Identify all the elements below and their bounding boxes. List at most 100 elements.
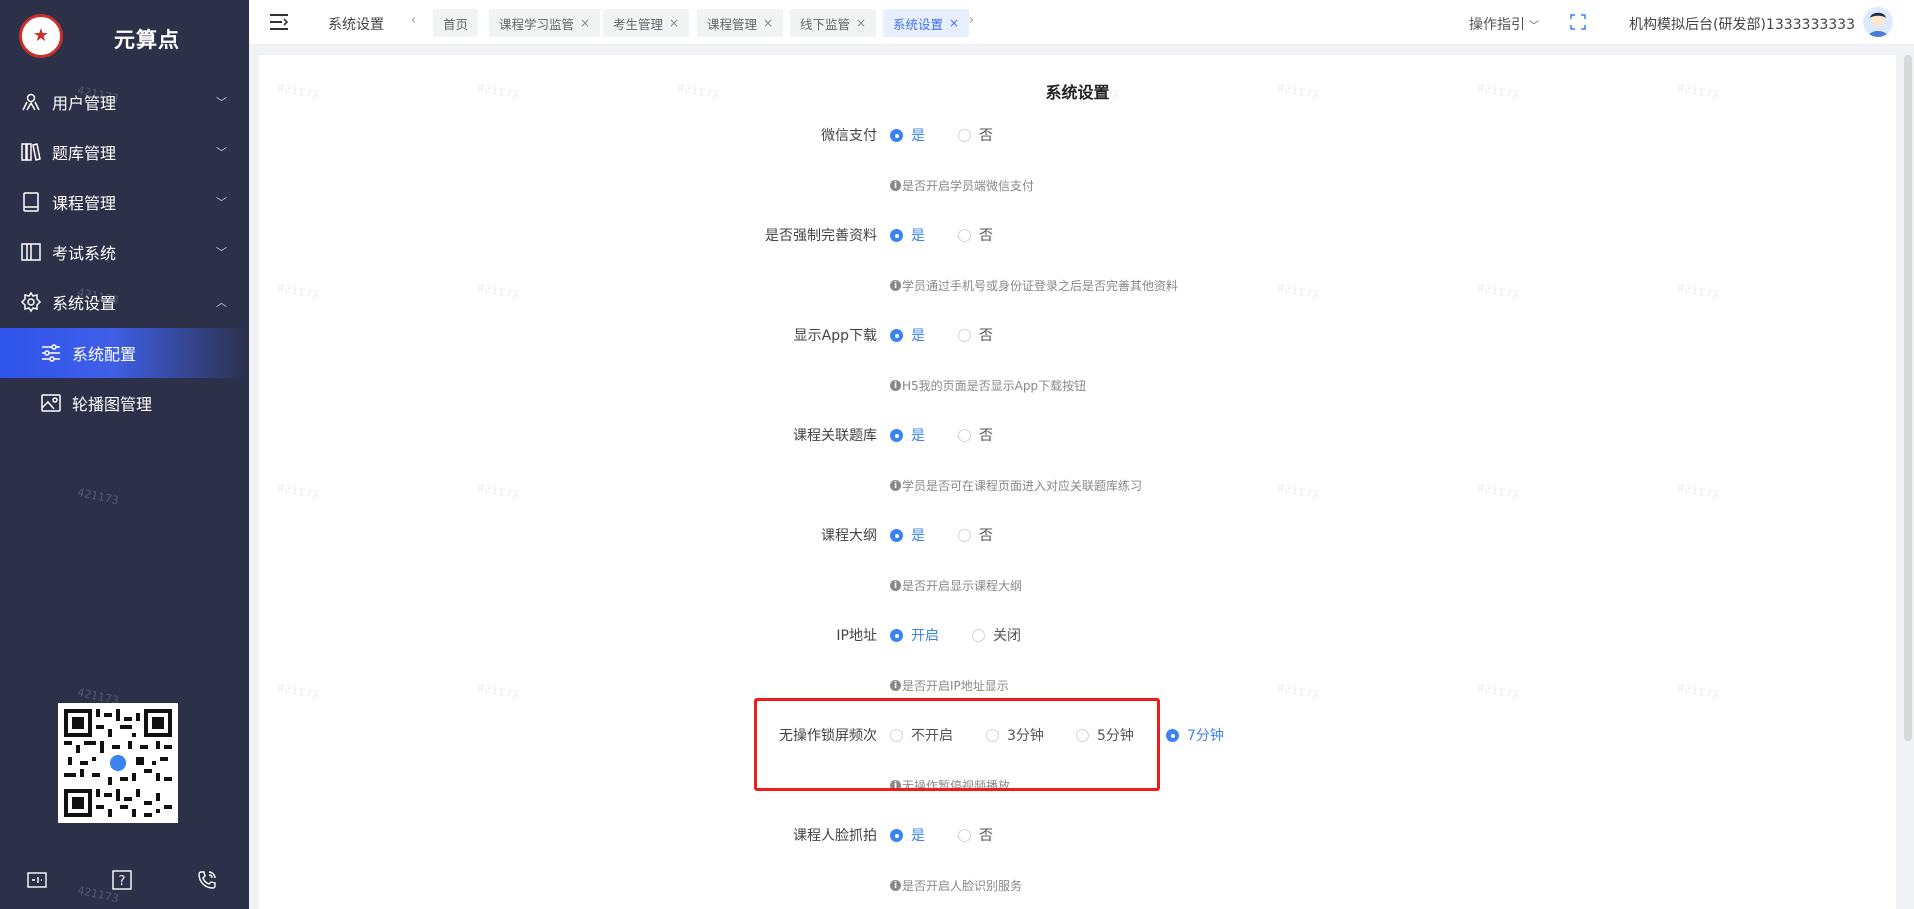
tab-course-supervision[interactable]: 课程学习监管 × [489, 9, 601, 37]
menu-exam[interactable]: 考试系统 ﹀ [0, 227, 249, 277]
tab-examinees[interactable]: 考生管理 × [603, 9, 690, 37]
radio-dot-icon [890, 828, 903, 842]
course-outline-no-radio[interactable]: 否 [958, 525, 993, 545]
chevron-up-icon: ︿ [216, 296, 227, 309]
terminal-icon[interactable] [25, 868, 49, 892]
radio-dot-icon [958, 328, 971, 342]
info-icon: i [890, 280, 901, 291]
setting-label-wechat-pay: 微信支付 [821, 128, 877, 144]
setting-label-ip-address: IP地址 [836, 628, 877, 644]
menu-system-settings[interactable]: 系统设置 ︿ [0, 277, 249, 327]
radio-dot-icon [890, 428, 903, 442]
info-icon: i [890, 480, 901, 491]
course-bank-yes-radio[interactable]: 是 [890, 425, 925, 445]
sliders-icon [40, 342, 62, 364]
radio-dot-icon [1076, 728, 1089, 742]
close-icon[interactable]: × [669, 16, 679, 30]
setting-hint: i 是否开启学员端微信支付 [890, 177, 1034, 194]
idle-lock-5min-radio[interactable]: 5分钟 [1076, 725, 1134, 745]
chevron-down-icon: ﹀ [216, 246, 227, 259]
collapse-menu-icon[interactable] [269, 13, 289, 31]
app-download-no-radio[interactable]: 否 [958, 325, 993, 345]
idle-lock-off-radio[interactable]: 不开启 [890, 725, 953, 745]
radio-dot-icon [890, 128, 903, 142]
sidebar-bottom-tools: ? [0, 868, 249, 898]
info-icon: i [890, 780, 901, 791]
phone-icon[interactable] [195, 868, 219, 892]
menu-courses[interactable]: 课程管理 ﹀ [0, 177, 249, 227]
info-icon: i [890, 180, 901, 191]
svg-text:?: ? [119, 874, 126, 889]
radio-dot-icon [958, 128, 971, 142]
close-icon[interactable]: × [580, 16, 590, 30]
idle-lock-3min-radio[interactable]: 3分钟 [986, 725, 1044, 745]
wechat-pay-yes-radio[interactable]: 是 [890, 125, 925, 145]
watermark: 421173 [1276, 480, 1320, 503]
books-icon [20, 141, 42, 163]
menu-question-bank[interactable]: 题库管理 ﹀ [0, 127, 249, 177]
wechat-pay-no-radio[interactable]: 否 [958, 125, 993, 145]
app-download-yes-radio[interactable]: 是 [890, 325, 925, 345]
chevron-down-icon: ﹀ [1529, 21, 1539, 32]
face-capture-no-radio[interactable]: 否 [958, 825, 993, 845]
radio-dot-icon [1166, 728, 1179, 742]
brand: ★ 元算点 [0, 0, 249, 75]
radio-dot-icon [958, 428, 971, 442]
breadcrumb: 系统设置 [328, 17, 384, 33]
radio-dot-icon [972, 628, 985, 642]
radio-dot-icon [890, 628, 903, 642]
setting-label-idle-lock: 无操作锁屏频次 [779, 728, 877, 744]
tab-course-management[interactable]: 课程管理 × [697, 9, 784, 37]
setting-label-face-capture: 课程人脸抓拍 [793, 828, 877, 844]
exam-icon [20, 241, 42, 263]
course-outline-yes-radio[interactable]: 是 [890, 525, 925, 545]
face-capture-yes-radio[interactable]: 是 [890, 825, 925, 845]
setting-label-course-bank: 课程关联题库 [793, 428, 877, 444]
vertical-scrollbar[interactable] [1904, 55, 1912, 741]
avatar[interactable] [1863, 7, 1893, 37]
radio-dot-icon [958, 228, 971, 242]
ip-address-on-radio[interactable]: 开启 [890, 625, 939, 645]
close-icon[interactable]: × [949, 16, 959, 30]
watermark: 421173 [1476, 480, 1520, 503]
radio-dot-icon [890, 228, 903, 242]
watermark: 421173 [1676, 280, 1720, 303]
operation-guide-dropdown[interactable]: 操作指引 ﹀ [1469, 14, 1539, 34]
submenu-banner[interactable]: 轮播图管理 [0, 378, 249, 428]
watermark: 421173 [1476, 680, 1520, 703]
brand-name: 元算点 [114, 28, 180, 52]
watermark: 421173 [276, 280, 320, 303]
tab-home[interactable]: 首页 [433, 9, 479, 37]
watermark: 421173 [1476, 280, 1520, 303]
ip-address-off-radio[interactable]: 关闭 [972, 625, 1021, 645]
radio-dot-icon [890, 528, 903, 542]
account-name[interactable]: 机构模拟后台(研发部)1333333333 [1629, 14, 1855, 34]
info-icon: i [890, 580, 901, 591]
tabs-scroll-right-icon[interactable]: › [969, 13, 974, 28]
setting-label-app-download: 显示App下载 [793, 328, 877, 344]
tab-system-settings[interactable]: 系统设置 × [883, 9, 970, 37]
users-icon [20, 91, 42, 113]
watermark: 421173 [1676, 480, 1720, 503]
chevron-down-icon: ﹀ [216, 146, 227, 159]
watermark: 421173 [1276, 280, 1320, 303]
idle-lock-7min-radio[interactable]: 7分钟 [1166, 725, 1224, 745]
close-icon[interactable]: × [763, 16, 773, 30]
setting-label-force-profile: 是否强制完善资料 [765, 228, 877, 244]
force-profile-no-radio[interactable]: 否 [958, 225, 993, 245]
setting-hint: i 无操作暂停视频播放 [890, 777, 1010, 794]
page-title: 系统设置 [1045, 83, 1110, 102]
top-header: 系统设置 ‹ 首页 课程学习监管 × 考生管理 × 课程管理 × 线下监管 × 系统设置… [249, 0, 1914, 45]
menu-users[interactable]: 用户管理 ﹀ [0, 77, 249, 127]
help-icon[interactable]: ? [110, 868, 134, 892]
tab-offline-supervision[interactable]: 线下监管 × [790, 9, 877, 37]
course-bank-no-radio[interactable]: 否 [958, 425, 993, 445]
tabs-scroll-left-icon[interactable]: ‹ [411, 13, 416, 28]
fullscreen-icon[interactable] [1570, 14, 1586, 30]
radio-dot-icon [958, 828, 971, 842]
submenu-system-config[interactable]: 系统配置 [0, 328, 249, 378]
force-profile-yes-radio[interactable]: 是 [890, 225, 925, 245]
chevron-down-icon: ﹀ [216, 196, 227, 209]
info-icon: i [890, 880, 901, 891]
close-icon[interactable]: × [856, 16, 866, 30]
